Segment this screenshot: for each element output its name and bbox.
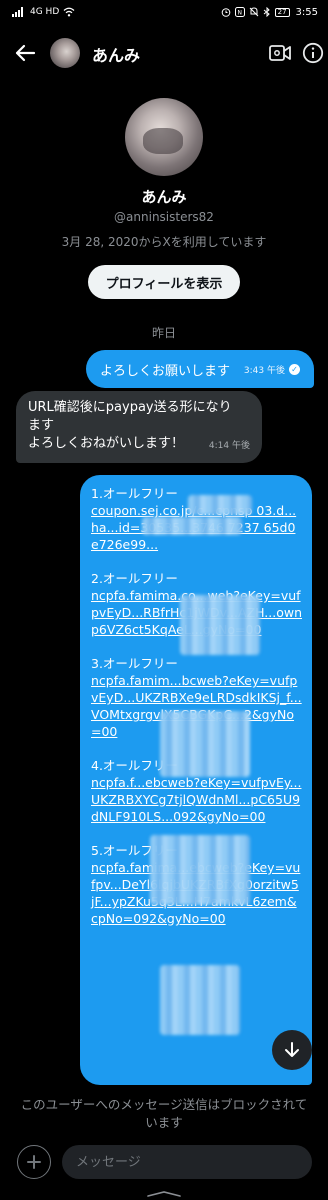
blocked-notice: このユーザーへのメッセージ送信はブロックされています xyxy=(20,1097,308,1130)
link-heading: 2.オールフリー xyxy=(91,571,178,586)
bluetooth-icon xyxy=(263,7,270,17)
battery-level: 27 xyxy=(277,7,287,16)
conversation-header: あんみ xyxy=(0,28,328,78)
signal-icon xyxy=(12,7,23,17)
status-bar-right: N 27 3:55 xyxy=(221,7,318,18)
info-icon[interactable] xyxy=(302,42,324,64)
network-label: 4G HD xyxy=(30,7,60,17)
privacy-mosaic xyxy=(160,711,250,777)
svg-text:N: N xyxy=(237,10,242,17)
plus-icon xyxy=(27,1155,41,1169)
message-outgoing[interactable]: よろしくお願いします 3:43 午後 ✓ xyxy=(86,350,314,388)
profile-name: あんみ xyxy=(141,188,187,206)
privacy-mosaic xyxy=(142,517,242,535)
status-bar: 4G HD N 27 3:55 xyxy=(0,0,328,24)
message-time: 3:43 午後 xyxy=(243,365,285,376)
mute-icon xyxy=(249,7,258,17)
arrow-down-icon xyxy=(285,1042,299,1057)
header-avatar[interactable] xyxy=(50,38,80,68)
link-heading: 3.オールフリー xyxy=(91,656,178,671)
privacy-mosaic xyxy=(150,835,250,905)
privacy-mosaic xyxy=(160,965,240,1035)
alarm-icon xyxy=(221,8,230,17)
privacy-mosaic xyxy=(188,495,252,515)
profile-handle: @anninsisters82 xyxy=(114,210,214,224)
battery-indicator: 27 xyxy=(274,7,290,17)
message-line: URL確認後にpaypay送る形になり xyxy=(28,400,232,415)
message-time: 4:14 午後 xyxy=(208,441,250,451)
date-separator: 昨日 xyxy=(151,326,176,340)
scroll-to-bottom-button[interactable] xyxy=(272,1030,312,1070)
message-text: よろしくお願いします xyxy=(100,363,231,379)
add-media-button[interactable] xyxy=(17,1145,51,1179)
message-input[interactable] xyxy=(62,1145,312,1179)
profile-avatar[interactable] xyxy=(125,98,203,176)
message-outgoing-links[interactable]: 1.オールフリー coupon.sej.co.jp/c...cpnsp 03.d… xyxy=(80,475,312,1085)
view-profile-button[interactable]: プロフィールを表示 xyxy=(88,265,240,299)
back-arrow-icon[interactable] xyxy=(12,41,38,65)
message-composer xyxy=(0,1140,328,1184)
privacy-mosaic xyxy=(180,595,260,655)
profile-joined-date: 3月 28, 2020からXを利用しています xyxy=(61,235,267,249)
header-name[interactable]: あんみ xyxy=(92,42,140,66)
message-incoming[interactable]: URL確認後にpaypay送る形になり ます よろしくおねがいします！ 4:14… xyxy=(16,391,262,463)
link-url[interactable]: ncpfa.f...ebcweb?eKey=vufpvEy...UKZRBXYC… xyxy=(91,774,302,825)
wifi-icon xyxy=(63,7,75,17)
status-bar-left: 4G HD xyxy=(12,7,75,17)
nfc-icon: N xyxy=(234,7,245,17)
status-time: 3:55 xyxy=(295,6,318,18)
message-line: ます xyxy=(28,418,55,433)
home-indicator[interactable] xyxy=(146,1191,182,1197)
video-icon[interactable] xyxy=(268,43,292,63)
check-icon: ✓ xyxy=(289,363,300,375)
